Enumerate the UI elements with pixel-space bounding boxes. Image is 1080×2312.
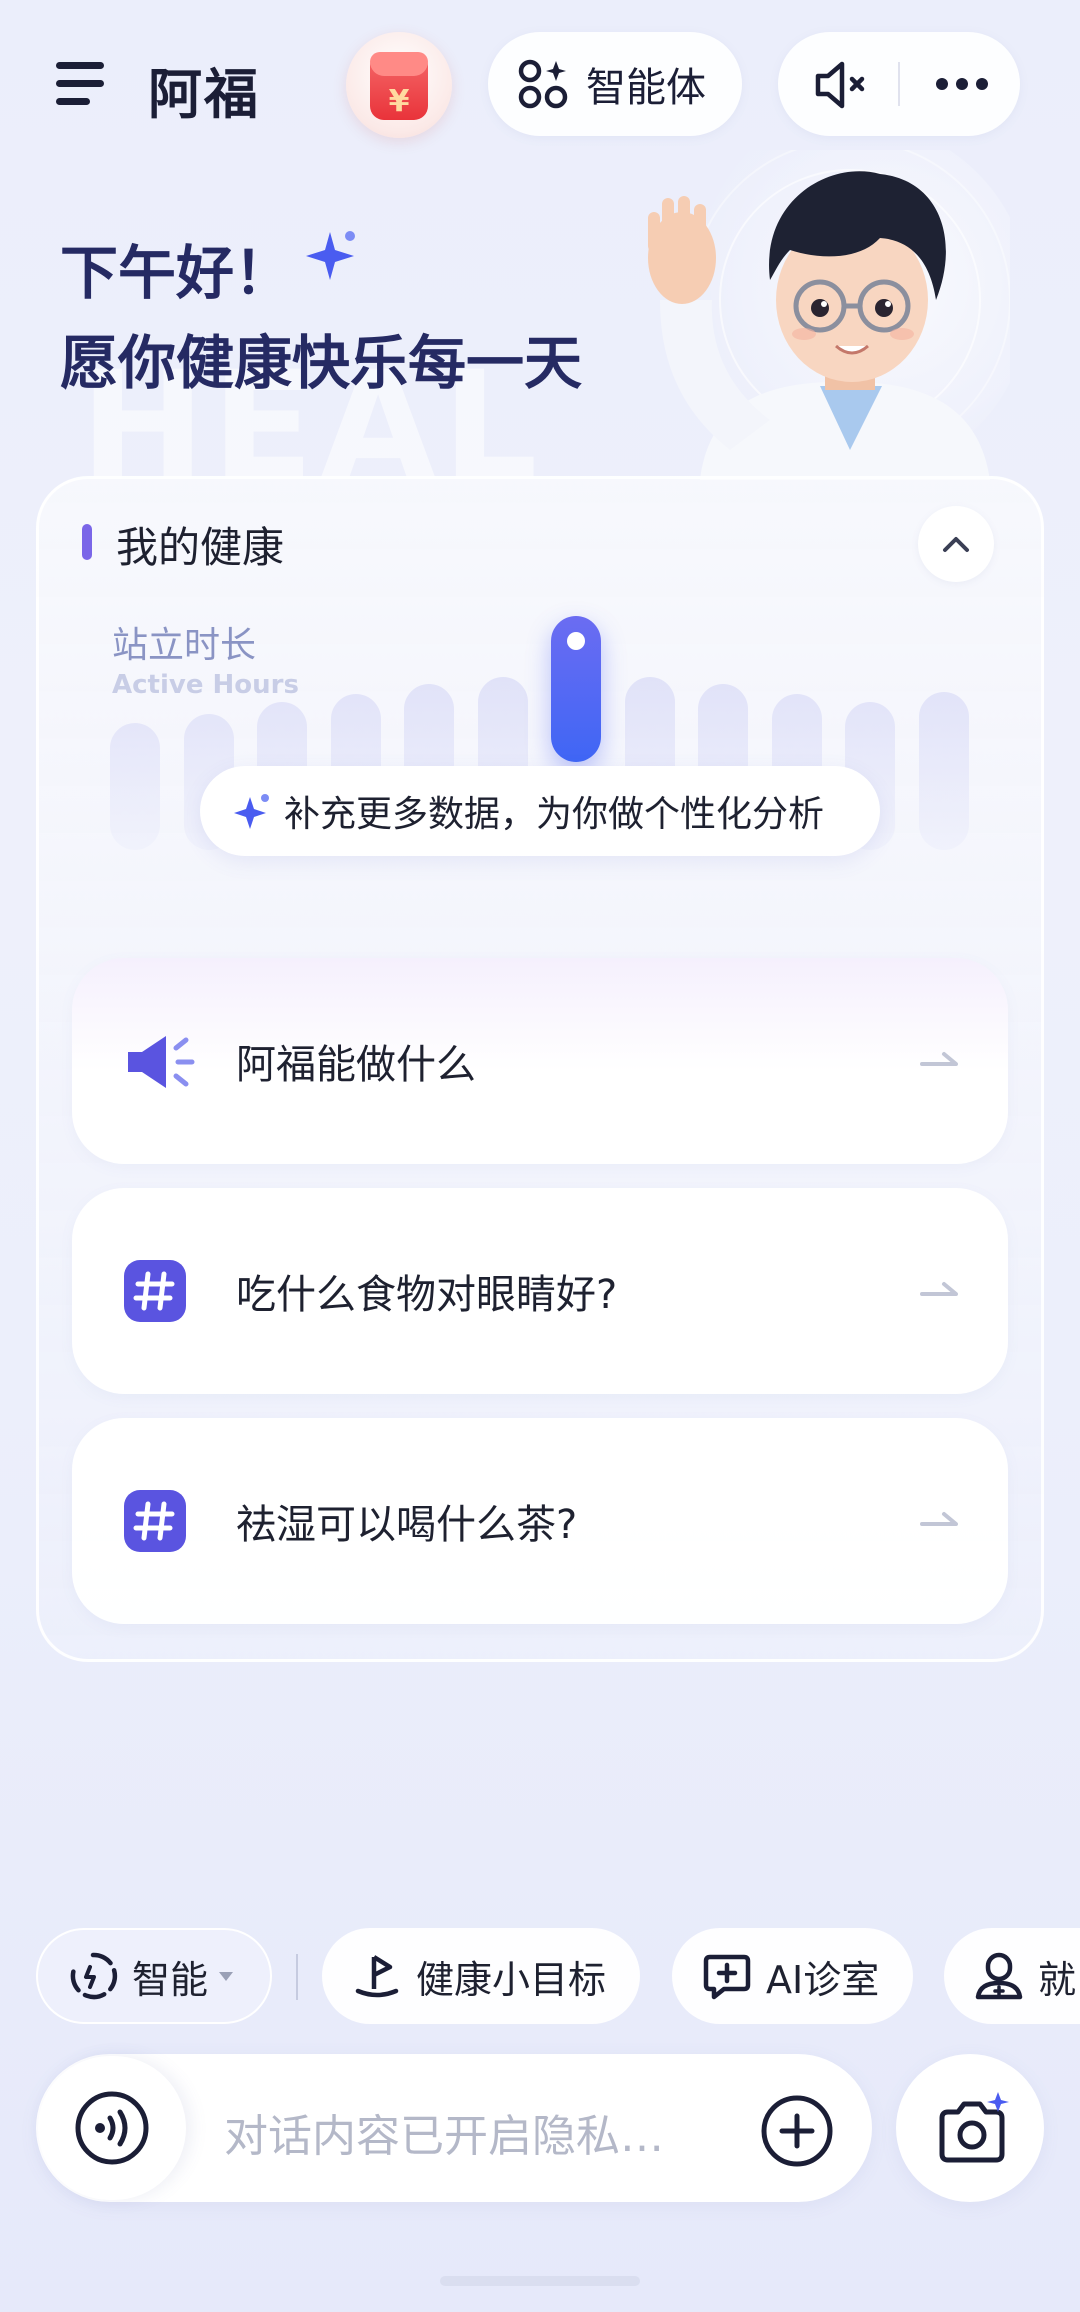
- activity-bar: [110, 723, 160, 850]
- chip-health-goal[interactable]: 健康小目标: [322, 1928, 641, 2024]
- camera-button[interactable]: [896, 2054, 1044, 2202]
- hint-text: 补充更多数据，为你做个性化分析: [284, 794, 825, 835]
- goal-flag-icon: [355, 1955, 399, 1998]
- personalize-hint-button[interactable]: 补充更多数据，为你做个性化分析: [200, 766, 880, 856]
- ai-clinic-icon: [703, 1954, 751, 2000]
- chip-label: 就: [1038, 1957, 1077, 2002]
- suggestion-text: 吃什么食物对眼睛好?: [236, 1272, 618, 1318]
- caret-down-icon: [219, 1972, 234, 1981]
- plus-icon: [761, 2095, 833, 2167]
- voice-wave-icon: [75, 2091, 149, 2165]
- suggestion-item[interactable]: 祛湿可以喝什么茶?: [72, 1418, 1008, 1624]
- chip-ai-clinic[interactable]: AI诊室: [672, 1928, 914, 2024]
- active-bar-dot: [567, 632, 585, 650]
- suggestion-item[interactable]: 吃什么食物对眼睛好?: [72, 1188, 1008, 1394]
- activity-bar-active: [551, 616, 601, 762]
- hashtag-icon: [124, 1490, 186, 1552]
- chip-label: 健康小目标: [416, 1957, 607, 2002]
- chip-label: AI诊室: [766, 1957, 880, 2002]
- suggestion-text: 祛湿可以喝什么茶?: [236, 1502, 578, 1548]
- add-attachment-button[interactable]: [760, 2094, 834, 2168]
- camera-icon: [939, 2092, 1009, 2163]
- megaphone-icon: [128, 1036, 195, 1088]
- chip-label: 智能: [132, 1957, 209, 2002]
- activity-bars: [0, 0, 1080, 900]
- voice-input-button[interactable]: [38, 2056, 186, 2200]
- hashtag-icon: [124, 1260, 186, 1322]
- activity-bar: [918, 692, 969, 850]
- suggestion-text: 阿福能做什么: [236, 1042, 476, 1088]
- doctor-icon: [975, 1952, 1023, 2000]
- arrow-right-icon: [920, 1052, 958, 1066]
- sparkle-icon: [234, 794, 269, 829]
- chat-input-placeholder[interactable]: 对话内容已开启隐私…: [224, 2100, 664, 2164]
- arrow-right-icon: [920, 1512, 958, 1526]
- smart-mode-icon: [70, 1952, 118, 2000]
- arrow-right-icon: [920, 1282, 958, 1296]
- chip-smart-mode[interactable]: 智能: [36, 1928, 272, 2024]
- suggestion-item[interactable]: 阿福能做什么: [72, 958, 1008, 1164]
- home-indicator: [440, 2276, 640, 2286]
- chip-consult[interactable]: 就: [944, 1928, 1080, 2024]
- chip-divider: [296, 1954, 298, 2000]
